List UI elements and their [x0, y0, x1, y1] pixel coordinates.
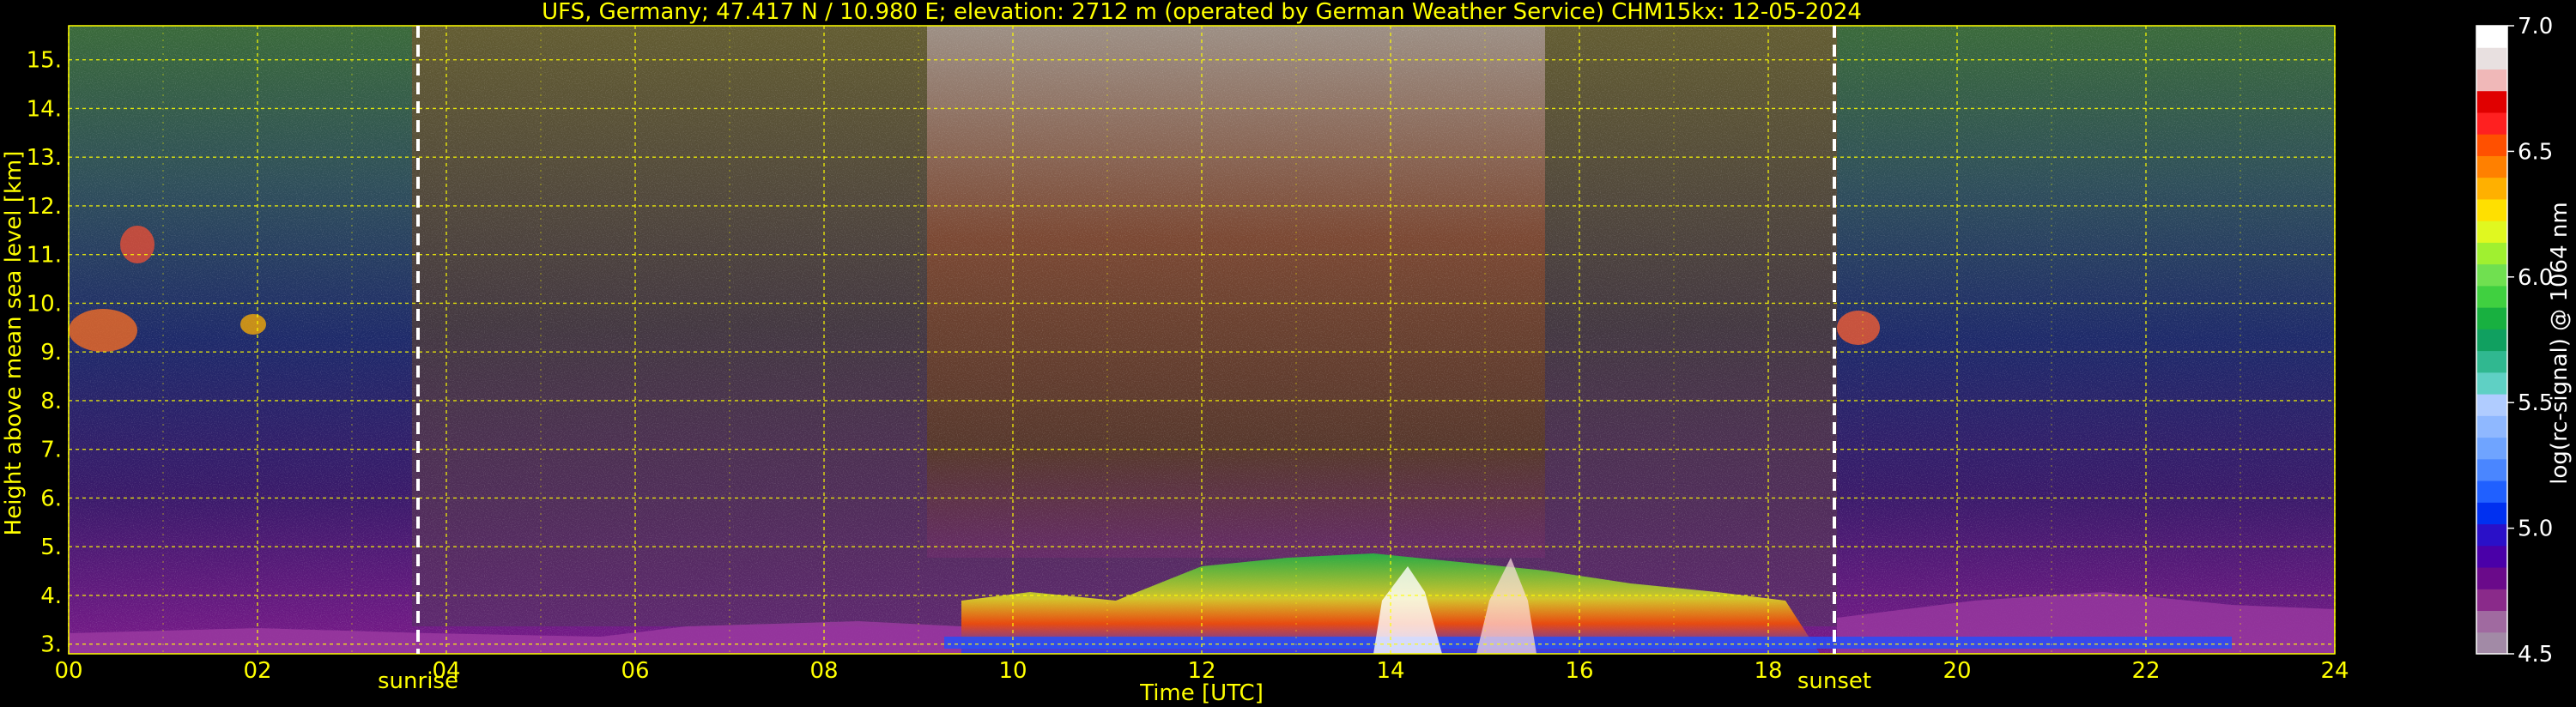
colorbar-swatch	[2476, 69, 2507, 92]
colorbar-swatch	[2476, 350, 2507, 373]
y-tick-label: 5.	[40, 535, 62, 560]
y-tick-label: 10.	[27, 291, 62, 317]
y-tick-label: 13.	[27, 145, 62, 171]
colorbar-tick-label: 4.5	[2518, 642, 2553, 668]
y-tick-label: 15.	[27, 48, 62, 74]
colorbar-swatch	[2476, 155, 2507, 178]
colorbar-swatch	[2476, 90, 2507, 113]
x-tick-label: 08	[809, 658, 838, 684]
y-tick-label: 11.	[27, 243, 62, 269]
chart-title: UFS, Germany; 47.417 N / 10.980 E; eleva…	[542, 0, 1862, 25]
colorbar-swatch	[2476, 307, 2507, 329]
x-tick-label: 24	[2320, 658, 2349, 684]
colorbar-swatch	[2476, 198, 2507, 221]
surface-blue-layer	[944, 637, 2232, 649]
colorbar-swatch	[2476, 480, 2507, 503]
x-tick-label: 00	[54, 658, 82, 684]
colorbar-tick-label: 6.5	[2518, 139, 2553, 165]
colorbar-swatch	[2476, 26, 2507, 48]
colorbar-swatch	[2476, 47, 2507, 69]
colorbar-swatch	[2476, 415, 2507, 438]
colorbar-swatch	[2476, 372, 2507, 395]
y-tick-label: 14.	[27, 96, 62, 122]
colorbar-swatch	[2476, 631, 2507, 655]
cloud-patch-3	[240, 314, 266, 335]
colorbar-swatch	[2476, 545, 2507, 568]
y-tick-label: 8.	[40, 389, 62, 414]
y-tick-label: 9.	[40, 340, 62, 366]
x-tick-label: 20	[1943, 658, 1971, 684]
ceilometer-chart: sunrise sunset 3.4.5.6.7.8.9.10.11.12.13.…	[1, 0, 2573, 706]
colorbar-swatch	[2476, 112, 2507, 135]
x-tick-label: 22	[2131, 658, 2160, 684]
colorbar-swatch	[2476, 523, 2507, 547]
colorbar-swatch	[2476, 610, 2507, 633]
colorbar-swatch	[2476, 177, 2507, 200]
colorbar-swatch	[2476, 285, 2507, 308]
colorbar-swatch	[2476, 242, 2507, 265]
x-tick-label: 02	[243, 658, 271, 684]
colorbar-swatch	[2476, 458, 2507, 481]
x-tick-label: 04	[432, 658, 460, 684]
plot-area	[69, 26, 2335, 654]
x-tick-label: 16	[1565, 658, 1593, 684]
y-tick-label: 3.	[40, 632, 62, 658]
colorbar-swatch	[2476, 221, 2507, 243]
cloud-patch-1	[69, 309, 137, 352]
colorbar: 4.55.05.56.06.57.0	[2476, 14, 2553, 668]
y-tick-label: 12.	[27, 194, 62, 220]
cloud-patch-2	[120, 226, 155, 263]
colorbar-swatch	[2476, 567, 2507, 589]
colorbar-tick-label: 5.0	[2518, 517, 2553, 542]
x-tick-label: 14	[1376, 658, 1404, 684]
colorbar-swatch	[2476, 394, 2507, 416]
y-tick-label: 7.	[40, 438, 62, 463]
colorbar-swatch	[2476, 329, 2507, 352]
colorbar-swatch	[2476, 502, 2507, 525]
colorbar-label: log(rc-signal) @ 1064 nm	[2547, 202, 2573, 484]
x-tick-label: 18	[1754, 658, 1782, 684]
colorbar-swatch	[2476, 589, 2507, 612]
sunset-label: sunset	[1797, 668, 1871, 694]
y-tick-label: 4.	[40, 583, 62, 609]
y-tick-label: 6.	[40, 486, 62, 511]
colorbar-swatch	[2476, 263, 2507, 287]
noise-speckle	[69, 26, 2335, 654]
y-axis: 3. 4. 5. 6. 7. 8. 9. 10. 11. 12. 13. 14. 15.	[27, 48, 62, 658]
x-tick-label: 10	[998, 658, 1027, 684]
x-axis-label: Time [UTC]	[1139, 680, 1264, 706]
colorbar-swatch	[2476, 134, 2507, 156]
x-tick-label: 06	[621, 658, 649, 684]
colorbar-tick-label: 7.0	[2518, 14, 2553, 39]
cloud-patch-4	[1837, 311, 1880, 345]
colorbar-swatch	[2476, 437, 2507, 460]
y-axis-label: Height above mean sea level [km]	[1, 151, 27, 536]
